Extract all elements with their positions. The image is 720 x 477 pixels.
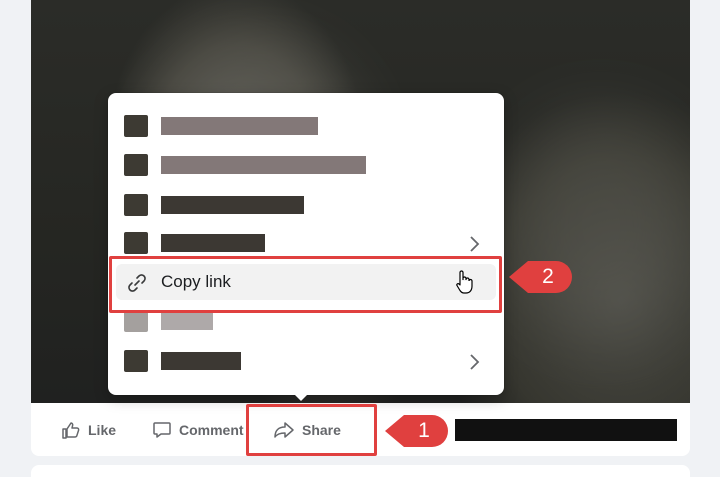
redacted-label [161,196,304,214]
photo-blur-region [501,110,690,340]
link-icon [128,274,146,292]
callout-pointer-shape [385,415,448,447]
redacted-label [161,352,241,370]
chevron-right-icon [470,354,480,370]
step-1-callout: 1 [384,412,450,450]
share-button[interactable]: Share [273,403,341,456]
redacted-icon [124,115,148,137]
share-menu-item-6[interactable] [116,303,496,339]
hand-pointer-icon [456,270,473,294]
share-menu-item-7[interactable] [116,343,496,379]
redacted-label [161,117,318,135]
like-label: Like [88,421,117,438]
share-menu-item-4[interactable] [116,225,496,261]
step-2-number: 2 [542,265,554,288]
share-menu-item-3[interactable] [116,187,496,223]
feed-background-left [0,0,31,477]
step-2-callout: 2 [508,258,574,296]
copy-link-menu-item[interactable]: Copy link [116,264,496,300]
redacted-icon [124,194,148,216]
thumbs-up-icon [62,421,80,439]
redacted-icon [124,310,148,332]
redacted-label [161,156,366,174]
next-post-card [31,465,690,477]
post-action-bar: Like Comment Share [31,403,690,456]
step-1-number: 1 [418,419,430,442]
redacted-icon [124,154,148,176]
callout-pointer-shape [509,261,572,293]
feed-background-right [690,0,720,477]
share-arrow-icon [274,421,294,438]
comment-bubble-icon [153,421,171,438]
like-button[interactable]: Like [61,403,116,456]
menu-caret [292,392,310,401]
redacted-label [161,234,265,252]
share-menu-item-2[interactable] [116,147,496,183]
copy-link-label: Copy link [161,272,231,291]
chevron-right-icon [470,236,480,252]
comment-label: Comment [179,421,244,438]
redacted-icon [124,350,148,372]
share-label: Share [302,421,341,438]
redacted-icon [124,232,148,254]
share-menu: Copy link [108,93,504,395]
redacted-content [455,419,677,441]
share-menu-item-1[interactable] [116,108,496,144]
comment-button[interactable]: Comment [152,403,244,456]
redacted-label [161,312,213,330]
